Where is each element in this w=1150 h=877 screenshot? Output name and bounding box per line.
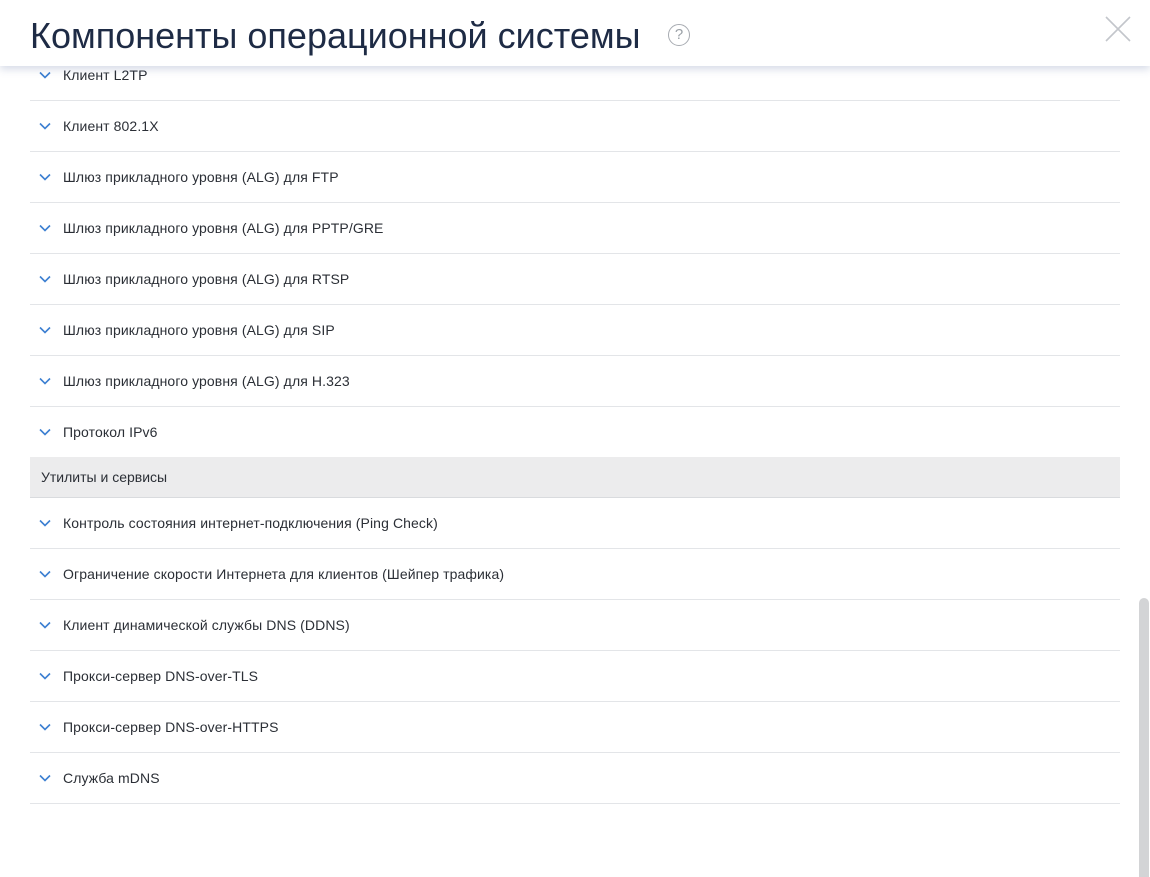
list-item-dns-over-https[interactable]: Прокси-сервер DNS-over-HTTPS bbox=[30, 702, 1120, 753]
section-header-utilities: Утилиты и сервисы bbox=[30, 457, 1120, 498]
list-item-8021x-client[interactable]: Клиент 802.1X bbox=[30, 101, 1120, 152]
list-item-label: Клиент динамической службы DNS (DDNS) bbox=[63, 617, 350, 633]
list-item-ping-check[interactable]: Контроль состояния интернет-подключения … bbox=[30, 498, 1120, 549]
chevron-down-icon bbox=[38, 669, 52, 683]
chevron-down-icon bbox=[38, 272, 52, 286]
list-item-alg-h323[interactable]: Шлюз прикладного уровня (ALG) для H.323 bbox=[30, 356, 1120, 407]
chevron-down-icon bbox=[38, 425, 52, 439]
chevron-down-icon bbox=[38, 567, 52, 581]
list-item-mdns[interactable]: Служба mDNS bbox=[30, 753, 1120, 804]
list-item-alg-sip[interactable]: Шлюз прикладного уровня (ALG) для SIP bbox=[30, 305, 1120, 356]
list-item-label: Служба mDNS bbox=[63, 770, 160, 786]
chevron-down-icon bbox=[38, 374, 52, 388]
list-item-label: Клиент 802.1X bbox=[63, 118, 159, 134]
list-item-label: Шлюз прикладного уровня (ALG) для SIP bbox=[63, 322, 335, 338]
chevron-down-icon bbox=[38, 771, 52, 785]
close-button[interactable] bbox=[1104, 15, 1132, 43]
list-item-label: Прокси-сервер DNS-over-HTTPS bbox=[63, 719, 279, 735]
list-item-label: Протокол IPv6 bbox=[63, 424, 158, 440]
chevron-down-icon bbox=[38, 323, 52, 337]
list-item-label: Шлюз прикладного уровня (ALG) для FTP bbox=[63, 169, 339, 185]
components-list: Клиент L2TP Клиент 802.1X Шлюз прикладно… bbox=[30, 50, 1120, 804]
list-item-alg-ftp[interactable]: Шлюз прикладного уровня (ALG) для FTP bbox=[30, 152, 1120, 203]
list-item-ddns-client[interactable]: Клиент динамической службы DNS (DDNS) bbox=[30, 600, 1120, 651]
list-item-ipv6[interactable]: Протокол IPv6 bbox=[30, 407, 1120, 458]
list-item-label: Шлюз прикладного уровня (ALG) для H.323 bbox=[63, 373, 350, 389]
list-item-traffic-shaper[interactable]: Ограничение скорости Интернета для клиен… bbox=[30, 549, 1120, 600]
chevron-down-icon bbox=[38, 68, 52, 82]
help-icon[interactable]: ? bbox=[668, 24, 690, 46]
list-item-alg-pptp-gre[interactable]: Шлюз прикладного уровня (ALG) для PPTP/G… bbox=[30, 203, 1120, 254]
chevron-down-icon bbox=[38, 119, 52, 133]
scrollbar-thumb[interactable] bbox=[1139, 598, 1149, 877]
dialog-header: Компоненты операционной системы ? bbox=[0, 0, 1150, 66]
chevron-down-icon bbox=[38, 221, 52, 235]
list-item-label: Шлюз прикладного уровня (ALG) для RTSP bbox=[63, 271, 350, 287]
list-item-label: Ограничение скорости Интернета для клиен… bbox=[63, 566, 505, 582]
chevron-down-icon bbox=[38, 720, 52, 734]
page-title: Компоненты операционной системы bbox=[30, 15, 641, 56]
chevron-down-icon bbox=[38, 170, 52, 184]
list-item-label: Контроль состояния интернет-подключения … bbox=[63, 515, 438, 531]
chevron-down-icon bbox=[38, 516, 52, 530]
list-item-label: Прокси-сервер DNS-over-TLS bbox=[63, 668, 259, 684]
list-item-label: Шлюз прикладного уровня (ALG) для PPTP/G… bbox=[63, 220, 384, 236]
list-item-dns-over-tls[interactable]: Прокси-сервер DNS-over-TLS bbox=[30, 651, 1120, 702]
components-dialog: Клиент L2TP Клиент 802.1X Шлюз прикладно… bbox=[0, 0, 1150, 877]
list-item-alg-rtsp[interactable]: Шлюз прикладного уровня (ALG) для RTSP bbox=[30, 254, 1120, 305]
chevron-down-icon bbox=[38, 618, 52, 632]
close-icon bbox=[1105, 16, 1131, 42]
list-item-label: Клиент L2TP bbox=[63, 67, 148, 83]
